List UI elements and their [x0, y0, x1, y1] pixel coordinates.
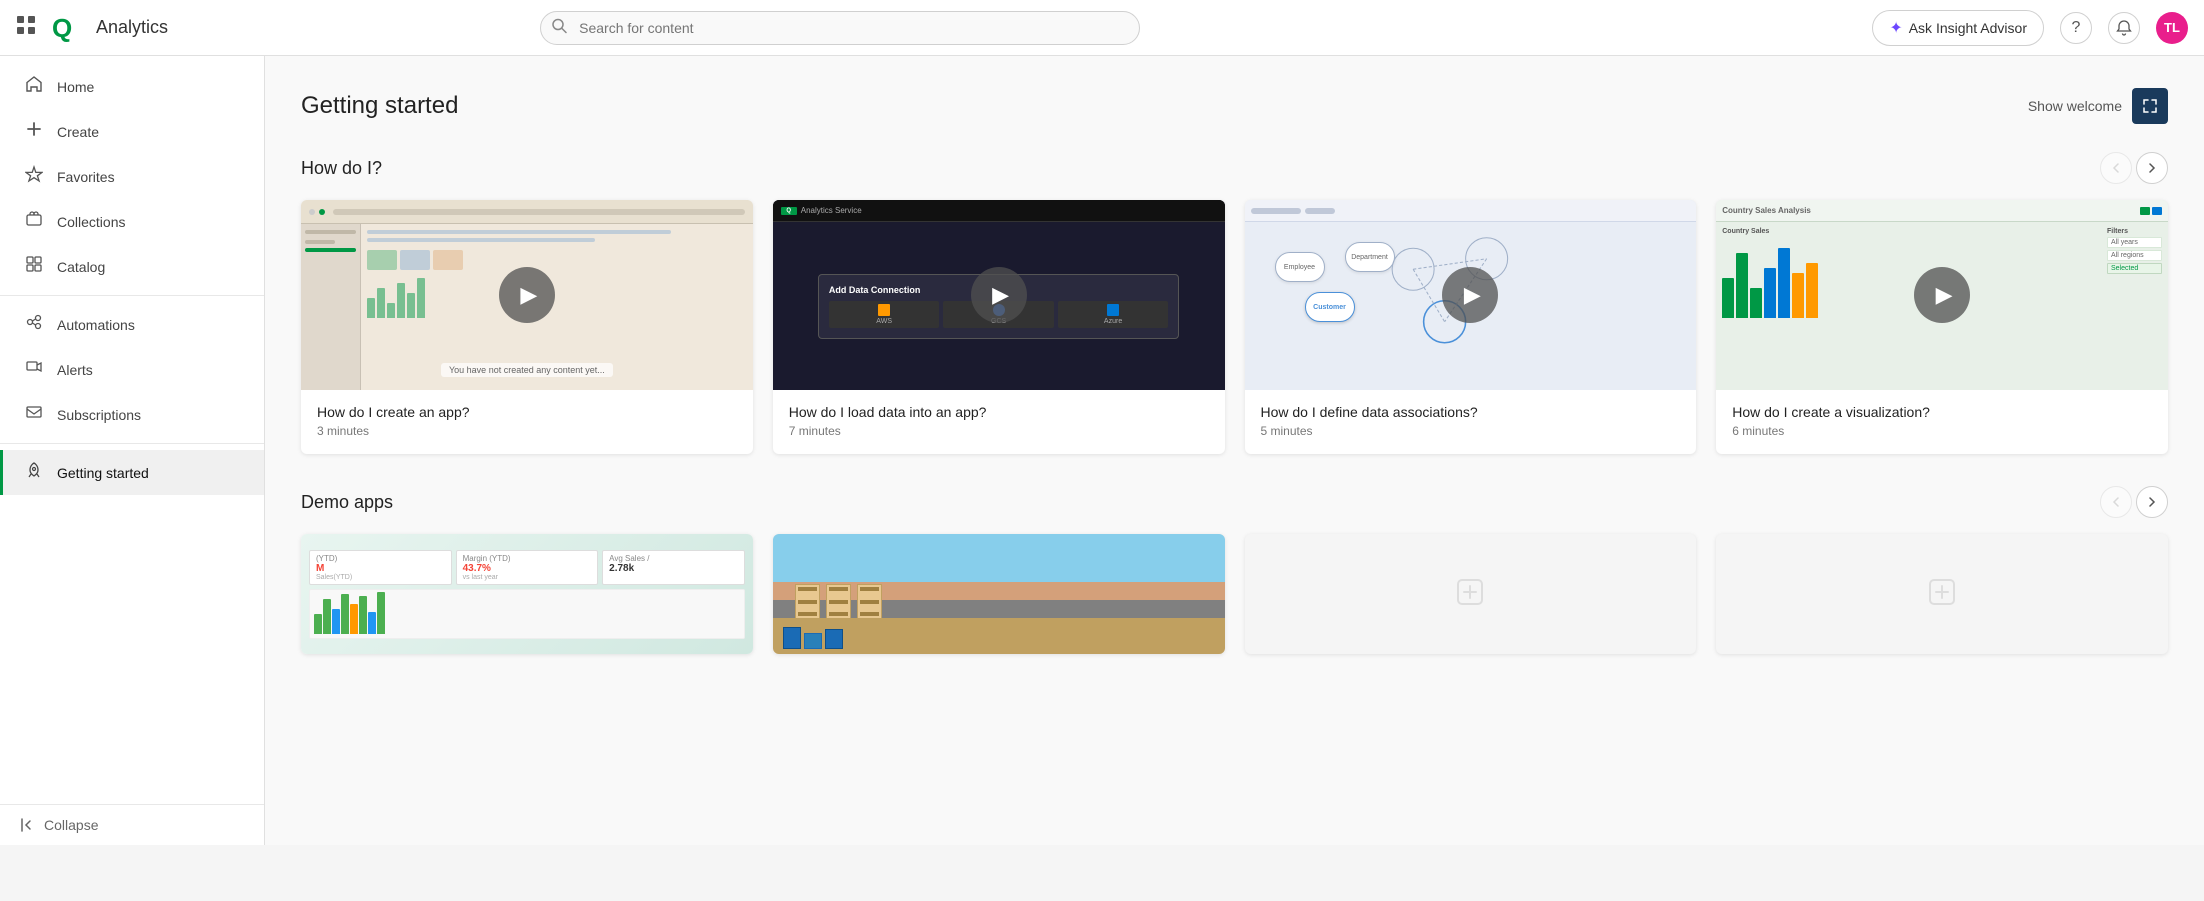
nav-divider-2 [0, 443, 264, 444]
video-duration-3: 5 minutes [1261, 424, 1681, 438]
search-container [540, 11, 1140, 45]
sidebar-label-alerts: Alerts [57, 362, 93, 378]
video-card-data-assoc[interactable]: Employee Department Customer [1245, 200, 1697, 454]
demo-apps-section: Demo apps [301, 486, 2168, 654]
demo-apps-prev-button[interactable] [2100, 486, 2132, 518]
video-info-1: How do I create an app? 3 minutes [301, 390, 753, 454]
video-thumbnail-1: You have not created any content yet... … [301, 200, 753, 390]
expand-button[interactable] [2132, 88, 2168, 124]
demo-apps-next-button[interactable] [2136, 486, 2168, 518]
sidebar-label-favorites: Favorites [57, 169, 115, 185]
video-info-4: How do I create a visualization? 6 minut… [1716, 390, 2168, 454]
home-icon [23, 75, 45, 98]
sidebar-item-catalog[interactable]: Catalog [0, 244, 264, 289]
nav-divider-1 [0, 295, 264, 296]
sidebar-item-create[interactable]: Create [0, 109, 264, 154]
video-duration-1: 3 minutes [317, 424, 737, 438]
video-info-3: How do I define data associations? 5 min… [1245, 390, 1697, 454]
show-welcome-button[interactable]: Show welcome [2028, 98, 2122, 114]
sidebar-label-collections: Collections [57, 214, 125, 230]
star-icon [23, 165, 45, 188]
video-info-2: How do I load data into an app? 7 minute… [773, 390, 1225, 454]
collapse-label: Collapse [44, 817, 98, 833]
notifications-button[interactable] [2108, 12, 2140, 44]
video-card-create-app[interactable]: You have not created any content yet... … [301, 200, 753, 454]
collections-icon [23, 210, 45, 233]
help-icon: ? [2072, 19, 2081, 37]
avatar[interactable]: TL [2156, 12, 2188, 44]
sidebar-label-getting-started: Getting started [57, 465, 149, 481]
video-cards-row: You have not created any content yet... … [301, 200, 2168, 454]
app-logo[interactable]: Q Analytics [48, 7, 168, 49]
how-do-i-section: How do I? [301, 152, 2168, 454]
sidebar-item-automations[interactable]: Automations [0, 302, 264, 347]
rocket-icon [23, 461, 45, 484]
page-title: Getting started [301, 92, 458, 120]
sidebar-item-getting-started[interactable]: Getting started [0, 450, 264, 495]
demo-card-2[interactable] [773, 534, 1225, 654]
how-do-i-header: How do I? [301, 152, 2168, 184]
app-name: Analytics [96, 17, 168, 38]
sidebar-label-home: Home [57, 79, 94, 95]
demo-cards-row: (YTD) M Sales(YTD) Margin (YTD) 43.7% vs… [301, 534, 2168, 654]
sidebar-item-alerts[interactable]: Alerts [0, 347, 264, 392]
sparkle-icon: ✦ [1889, 18, 1902, 38]
play-button-4[interactable]: ▶ [1914, 267, 1970, 323]
automations-icon [23, 313, 45, 336]
sidebar-item-subscriptions[interactable]: Subscriptions [0, 392, 264, 437]
svg-text:Q: Q [52, 13, 72, 43]
play-button-1[interactable]: ▶ [499, 267, 555, 323]
demo-card-3[interactable] [1245, 534, 1697, 654]
video-duration-4: 6 minutes [1732, 424, 2152, 438]
how-do-i-title: How do I? [301, 158, 382, 179]
video-thumbnail-4: Country Sales Analysis Country Sales [1716, 200, 2168, 390]
video-title-1: How do I create an app? [317, 404, 737, 420]
demo-card-4[interactable] [1716, 534, 2168, 654]
video-card-load-data[interactable]: Q Analytics Service Add Data Connection [773, 200, 1225, 454]
page-header-right: Show welcome [2028, 88, 2168, 124]
demo-apps-header: Demo apps [301, 486, 2168, 518]
grid-icon[interactable] [16, 15, 36, 41]
insight-advisor-button[interactable]: ✦ Ask Insight Advisor [1872, 10, 2044, 46]
sidebar-item-favorites[interactable]: Favorites [0, 154, 264, 199]
play-button-2[interactable]: ▶ [971, 267, 1027, 323]
video-title-2: How do I load data into an app? [789, 404, 1209, 420]
video-card-create-viz[interactable]: Country Sales Analysis Country Sales [1716, 200, 2168, 454]
catalog-icon [23, 255, 45, 278]
sidebar-item-collections[interactable]: Collections [0, 199, 264, 244]
search-input[interactable] [540, 11, 1140, 45]
sidebar-label-catalog: Catalog [57, 259, 105, 275]
sidebar-label-create: Create [57, 124, 99, 140]
video-title-3: How do I define data associations? [1261, 404, 1681, 420]
demo-apps-title: Demo apps [301, 492, 393, 513]
video-title-4: How do I create a visualization? [1732, 404, 2152, 420]
demo-card-1[interactable]: (YTD) M Sales(YTD) Margin (YTD) 43.7% vs… [301, 534, 753, 654]
page-header: Getting started Show welcome [301, 88, 2168, 124]
video-duration-2: 7 minutes [789, 424, 1209, 438]
play-button-3[interactable]: ▶ [1442, 267, 1498, 323]
topbar-right: ✦ Ask Insight Advisor ? TL [1872, 10, 2188, 46]
help-button[interactable]: ? [2060, 12, 2092, 44]
how-do-i-next-button[interactable] [2136, 152, 2168, 184]
how-do-i-nav [2100, 152, 2168, 184]
how-do-i-prev-button[interactable] [2100, 152, 2132, 184]
sidebar-collapse-button[interactable]: Collapse [0, 804, 264, 845]
video-thumbnail-3: Employee Department Customer [1245, 200, 1697, 390]
alerts-icon [23, 358, 45, 381]
sidebar: Home Create Favorites [0, 56, 265, 845]
demo-apps-nav [2100, 486, 2168, 518]
video-thumbnail-2: Q Analytics Service Add Data Connection [773, 200, 1225, 390]
layout: Home Create Favorites [0, 56, 2204, 845]
sidebar-label-automations: Automations [57, 317, 135, 333]
topbar: Q Analytics ✦ Ask Insight Advisor ? TL [0, 0, 2204, 56]
sidebar-label-subscriptions: Subscriptions [57, 407, 141, 423]
subscriptions-icon [23, 403, 45, 426]
plus-icon [23, 120, 45, 143]
main-content: Getting started Show welcome How do I? [265, 56, 2204, 845]
insight-btn-label: Ask Insight Advisor [1909, 20, 2027, 36]
search-icon [552, 18, 567, 37]
sidebar-item-home[interactable]: Home [0, 64, 264, 109]
